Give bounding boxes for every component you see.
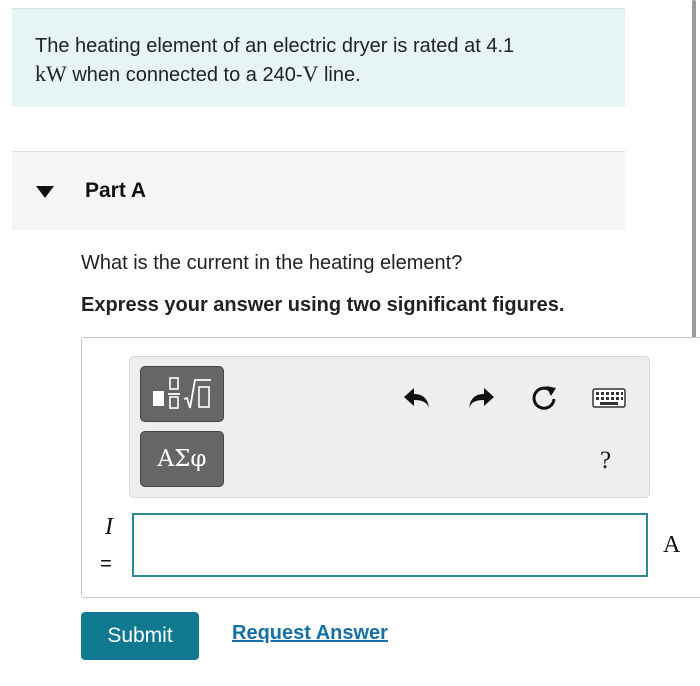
- answer-variable: I: [105, 514, 113, 540]
- keyboard-icon[interactable]: [592, 381, 626, 415]
- reset-icon[interactable]: [527, 381, 561, 415]
- part-a-header[interactable]: Part A: [12, 151, 625, 230]
- math-toolbar: ΑΣφ ?: [129, 356, 650, 498]
- fraction-root-template-icon: [153, 377, 211, 409]
- question-text: What is the current in the heating eleme…: [81, 252, 463, 274]
- equals-sign: =: [100, 553, 112, 575]
- templates-button[interactable]: [140, 366, 224, 422]
- redo-icon[interactable]: [464, 381, 498, 415]
- greek-symbols-button[interactable]: ΑΣφ: [140, 431, 224, 487]
- unit-v: V: [302, 61, 319, 86]
- instruction-text: Express your answer using two significan…: [81, 294, 565, 316]
- answer-unit: A: [663, 532, 681, 558]
- undo-icon[interactable]: [400, 381, 434, 415]
- problem-statement: The heating element of an electric dryer…: [12, 8, 625, 107]
- collapse-caret-icon[interactable]: [36, 186, 54, 198]
- problem-text-1: The heating element of an electric dryer…: [35, 35, 515, 57]
- answer-input[interactable]: [132, 513, 648, 577]
- problem-text-2: when connected to a 240-: [66, 64, 303, 86]
- part-title: Part A: [85, 179, 147, 202]
- request-answer-link[interactable]: Request Answer: [232, 622, 388, 645]
- unit-kw: kW: [35, 61, 67, 86]
- scrollbar[interactable]: [692, 0, 696, 370]
- submit-button[interactable]: Submit: [81, 612, 199, 660]
- problem-text-3: line.: [318, 64, 361, 86]
- help-button[interactable]: ?: [600, 447, 611, 475]
